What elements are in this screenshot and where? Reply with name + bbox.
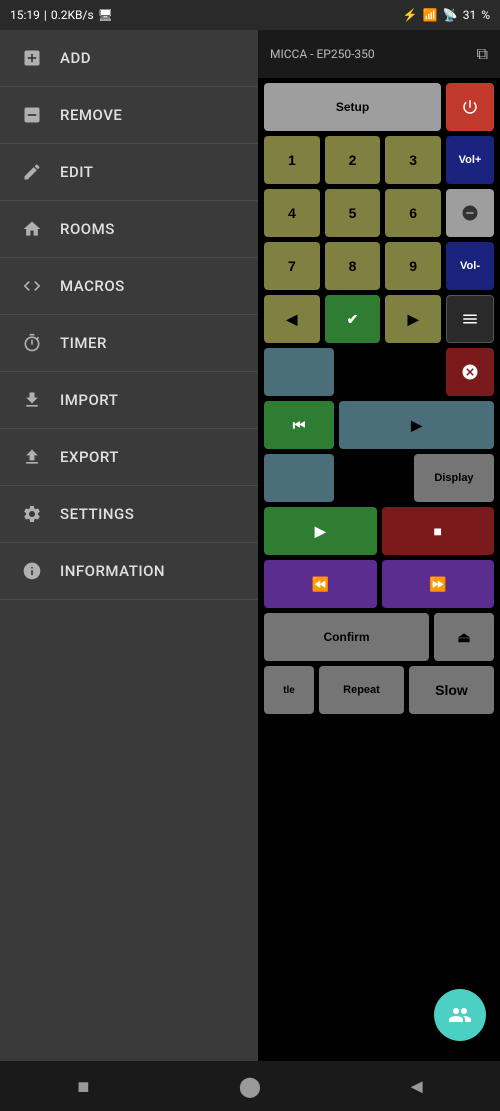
sidebar-item-edit[interactable]: EDIT: [0, 144, 258, 201]
btn-7[interactable]: 7: [264, 242, 320, 290]
row-123: 1 2 3 Vol+: [258, 136, 500, 184]
btn-6[interactable]: 6: [385, 189, 441, 237]
battery-level: 31: [463, 8, 477, 22]
sidebar-item-macros[interactable]: MACROS: [0, 258, 258, 315]
copy-icon[interactable]: ⧉: [477, 44, 488, 64]
status-data: |: [44, 8, 47, 22]
sidebar-label-edit: EDIT: [60, 163, 93, 181]
slow-button[interactable]: Slow: [409, 666, 494, 714]
setup-button[interactable]: Setup: [264, 83, 441, 131]
btn-1[interactable]: 1: [264, 136, 320, 184]
sidebar-label-rooms: ROOMS: [60, 220, 115, 238]
wifi-icon: 📡: [443, 8, 458, 22]
status-data-speed: 0.2KB/s: [51, 8, 94, 22]
status-left: 15:19 | 0.2KB/s 🖥: [10, 8, 113, 22]
nav-back-button[interactable]: ◄: [392, 1061, 442, 1111]
row-456: 4 5 6: [258, 189, 500, 237]
sidebar-item-import[interactable]: IMPORT: [0, 372, 258, 429]
vol-minus-button[interactable]: Vol-: [446, 242, 494, 290]
vol-plus-button[interactable]: Vol+: [446, 136, 494, 184]
fast-forward-button[interactable]: ⏩: [382, 560, 495, 608]
eject-button[interactable]: ⏏: [434, 613, 494, 661]
btn-prev-page[interactable]: ◀: [264, 295, 320, 343]
repeat-button[interactable]: Repeat: [319, 666, 404, 714]
battery-icon: %: [481, 8, 490, 22]
sidebar-item-information[interactable]: INFORMATION: [0, 543, 258, 600]
row-rew-ff: ⏪ ⏩: [258, 560, 500, 608]
play-button[interactable]: ▶: [339, 401, 494, 449]
skip-back-button[interactable]: ⏮: [264, 401, 334, 449]
sidebar-item-export[interactable]: EXPORT: [0, 429, 258, 486]
row-back-play: ⏮ ▶: [258, 401, 500, 449]
sidebar-item-rooms[interactable]: ROOMS: [0, 201, 258, 258]
status-bar: 15:19 | 0.2KB/s 🖥 ⚡ 📶 📡 31 %: [0, 0, 500, 30]
sidebar-label-information: INFORMATION: [60, 562, 165, 580]
export-icon: [20, 445, 44, 469]
remote-header: MICCA - EP250-350 ⧉: [258, 30, 500, 78]
sidebar-label-import: IMPORT: [60, 391, 118, 409]
display-button[interactable]: Display: [414, 454, 494, 502]
btn-4[interactable]: 4: [264, 189, 320, 237]
btn-next-page[interactable]: ▶: [385, 295, 441, 343]
timer-icon: [20, 331, 44, 355]
sidebar-item-settings[interactable]: SETTINGS: [0, 486, 258, 543]
back-button[interactable]: [264, 348, 334, 396]
rewind-button[interactable]: ⏪: [264, 560, 377, 608]
sidebar-label-settings: SETTINGS: [60, 505, 134, 523]
btn-gray-left[interactable]: [264, 454, 334, 502]
confirm-button[interactable]: Confirm: [264, 613, 429, 661]
sidebar-item-remove[interactable]: REMOVE: [0, 87, 258, 144]
mute-button[interactable]: [446, 189, 494, 237]
btn-9[interactable]: 9: [385, 242, 441, 290]
menu-button[interactable]: [446, 295, 494, 343]
bottom-navigation: ■ ⬤ ◄: [0, 1061, 500, 1111]
bluetooth-icon: ⚡: [403, 8, 418, 22]
sidebar-label-export: EXPORT: [60, 448, 119, 466]
play-button-2[interactable]: ▶: [264, 507, 377, 555]
remote-title: MICCA - EP250-350: [270, 47, 375, 61]
nav-square-button[interactable]: ■: [58, 1061, 108, 1111]
power-button[interactable]: [446, 83, 494, 131]
sidebar-label-add: ADD: [60, 49, 91, 67]
row-repeat-slow: tle Repeat Slow: [258, 666, 500, 714]
sidebar-label-macros: MACROS: [60, 277, 125, 295]
btn-5[interactable]: 5: [325, 189, 381, 237]
status-time: 15:19: [10, 8, 40, 22]
monitor-icon: 🖥: [98, 8, 113, 22]
add-icon: [20, 46, 44, 70]
check-button[interactable]: ✔: [325, 295, 381, 343]
sidebar-label-remove: REMOVE: [60, 106, 122, 124]
row-teal-x: [258, 348, 500, 396]
row-789: 7 8 9 Vol-: [258, 242, 500, 290]
signal-icon: 📶: [423, 8, 438, 22]
status-right: ⚡ 📶 📡 31 %: [403, 8, 490, 22]
close-button[interactable]: [446, 348, 494, 396]
import-icon: [20, 388, 44, 412]
row-setup-power: Setup: [258, 83, 500, 131]
settings-icon: [20, 502, 44, 526]
edit-icon: [20, 160, 44, 184]
sidebar: ADD REMOVE EDIT ROOMS MACROS TIMER: [0, 30, 258, 1061]
home-icon: [20, 217, 44, 241]
sidebar-item-timer[interactable]: TIMER: [0, 315, 258, 372]
sidebar-label-timer: TIMER: [60, 334, 107, 352]
sidebar-item-add[interactable]: ADD: [0, 30, 258, 87]
btn-8[interactable]: 8: [325, 242, 381, 290]
fab-button[interactable]: [434, 989, 486, 1041]
title-button[interactable]: tle: [264, 666, 314, 714]
nav-home-button[interactable]: ⬤: [225, 1061, 275, 1111]
remote-panel: MICCA - EP250-350 ⧉ Setup 1 2 3 Vol+ 4 5…: [258, 30, 500, 1061]
remove-icon: [20, 103, 44, 127]
row-check: ◀ ✔ ▶: [258, 295, 500, 343]
row-play-stop: ▶ ■: [258, 507, 500, 555]
stop-button[interactable]: ■: [382, 507, 495, 555]
info-icon: [20, 559, 44, 583]
row-display: Display: [258, 454, 500, 502]
row-confirm-eject: Confirm ⏏: [258, 613, 500, 661]
macros-icon: [20, 274, 44, 298]
btn-3[interactable]: 3: [385, 136, 441, 184]
btn-2[interactable]: 2: [325, 136, 381, 184]
